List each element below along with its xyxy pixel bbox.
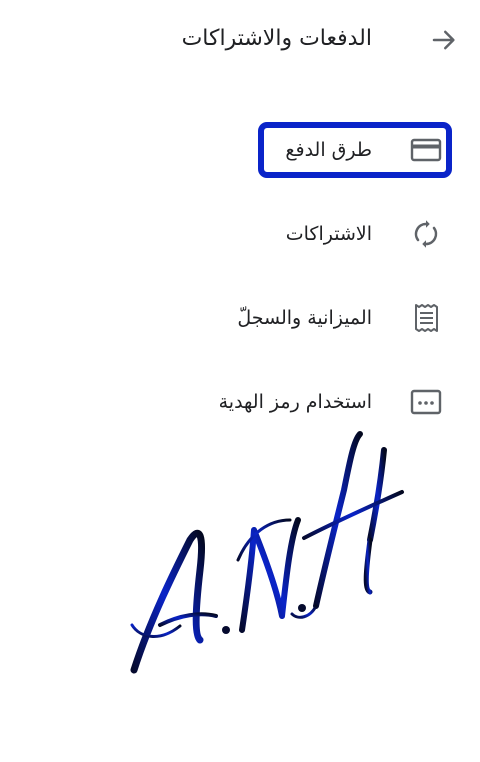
top-app-bar: الدفعات والاشتراكات [0, 0, 480, 80]
receipt-icon [404, 296, 448, 340]
arrow-right-icon [432, 30, 455, 50]
menu-item-label: الاشتراكات [285, 223, 372, 245]
menu-item-budget-history[interactable]: الميزانية والسجلّ [0, 288, 480, 348]
menu-item-label: استخدام رمز الهدية [218, 391, 372, 413]
signature-watermark [120, 420, 420, 690]
back-button[interactable] [424, 22, 464, 58]
menu-item-subscriptions[interactable]: الاشتراكات [0, 204, 480, 264]
sync-icon [404, 212, 448, 256]
gift-code-icon [404, 380, 448, 424]
selection-highlight [258, 122, 452, 178]
menu-item-label: الميزانية والسجلّ [237, 307, 372, 329]
page-title: الدفعات والاشتراكات [181, 26, 372, 51]
